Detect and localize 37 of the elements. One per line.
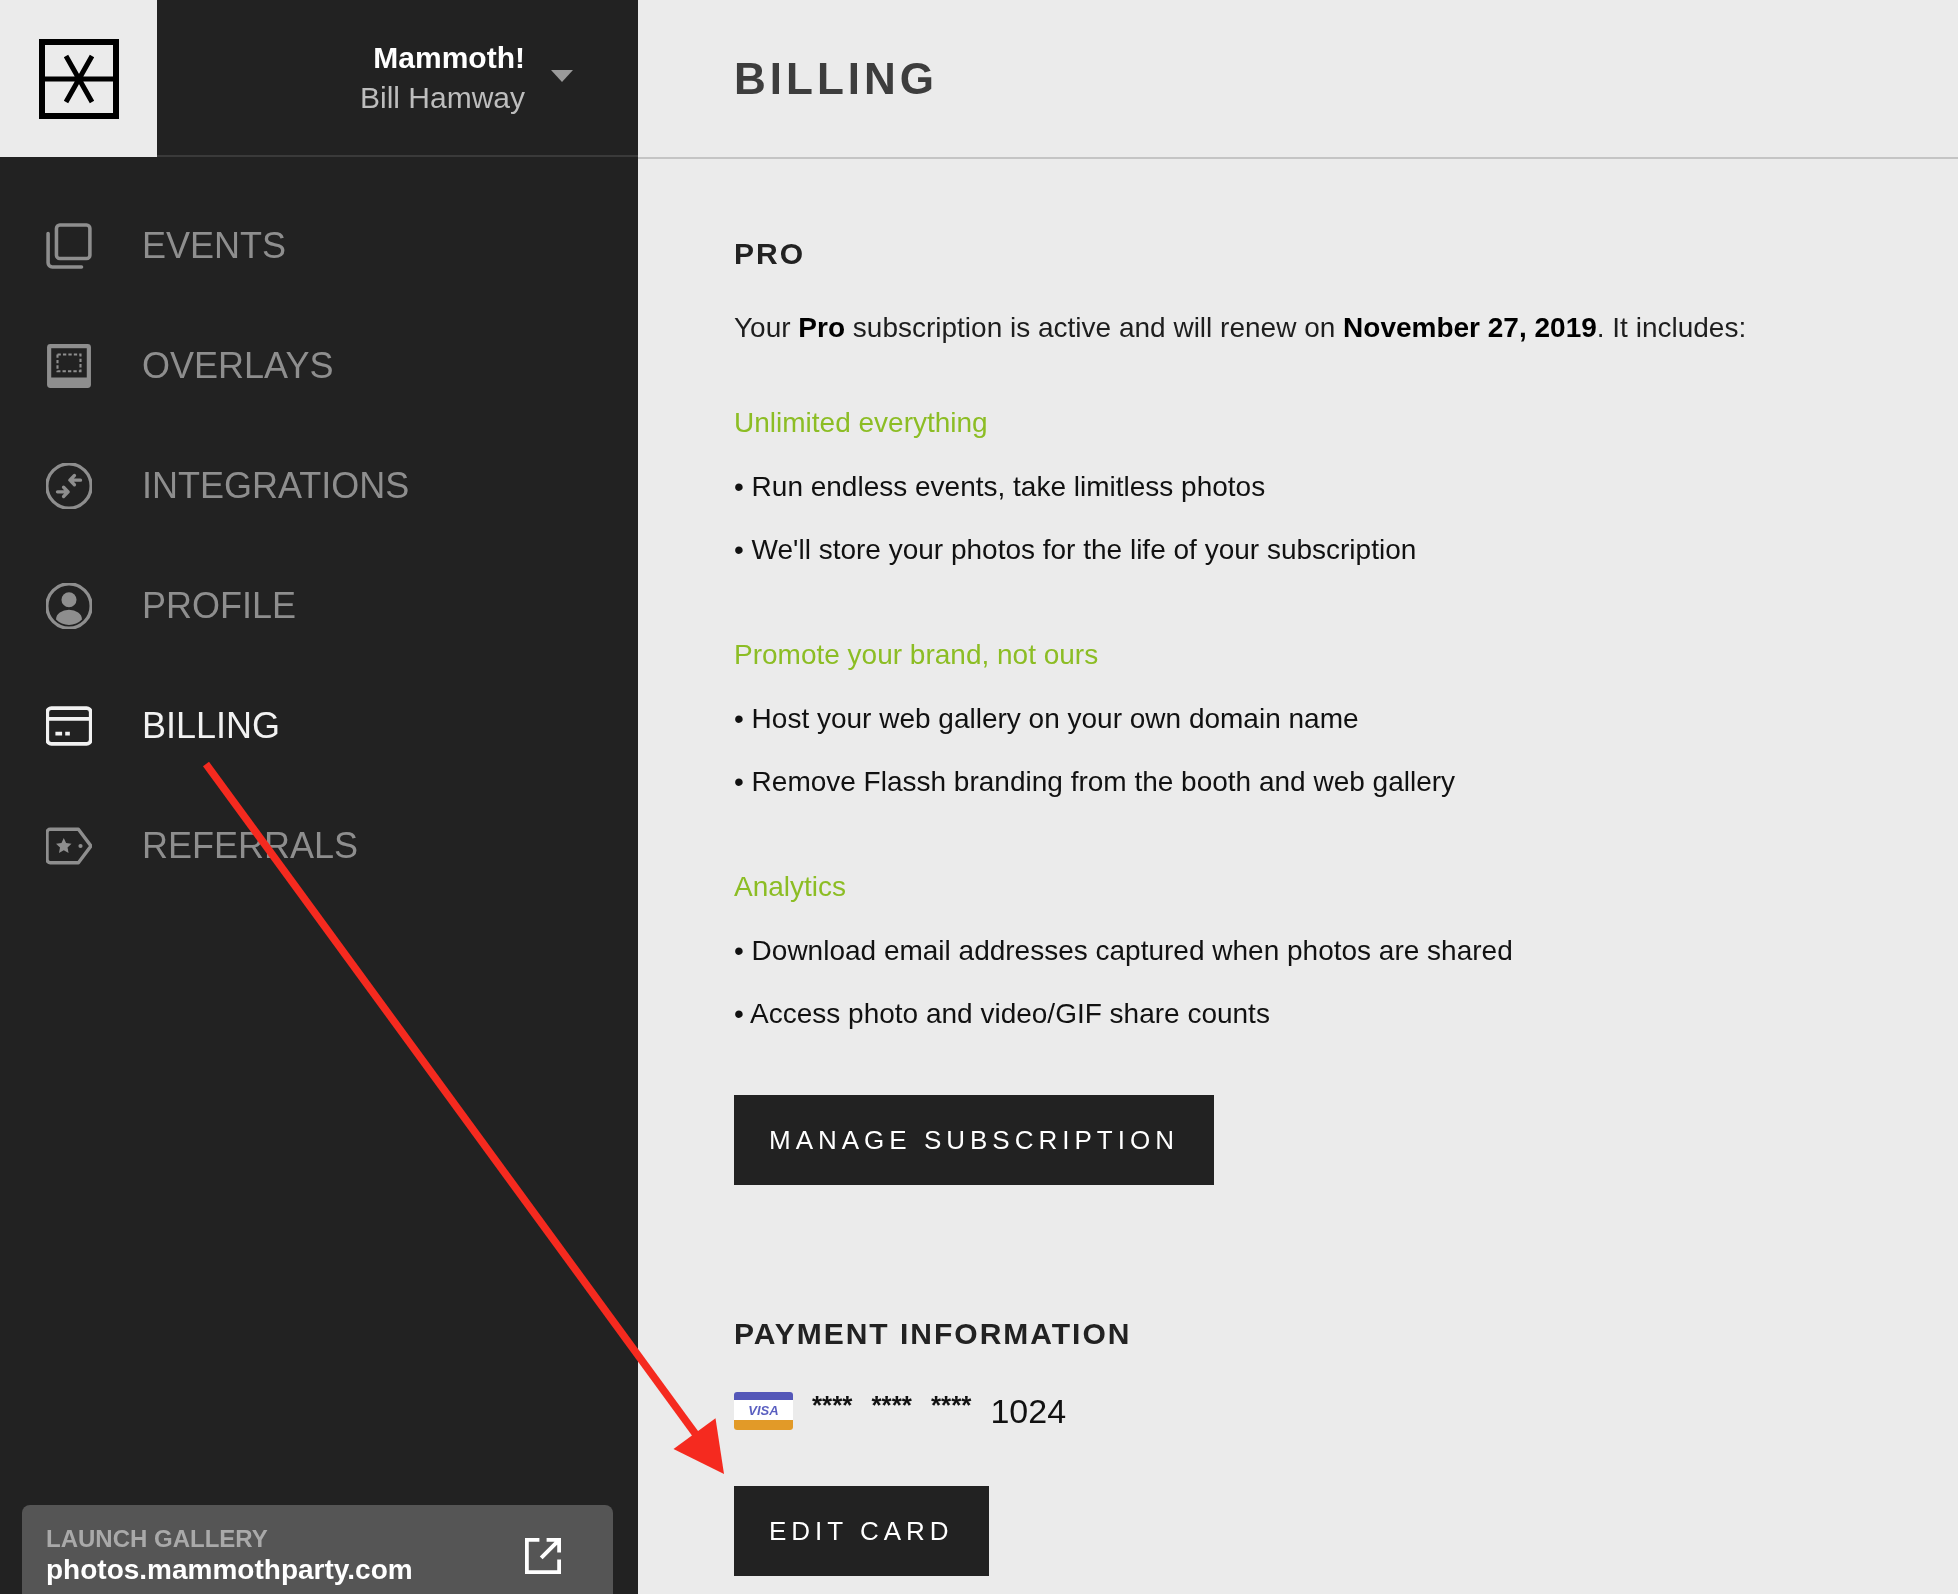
feature-item: • We'll store your photos for the life of your subscription [734, 533, 1417, 567]
card-brand-logo: VISA [734, 1392, 793, 1430]
dropdown-caret-icon[interactable] [551, 69, 573, 82]
subscription-summary: Your Pro subscription is active and will renew on November 27, 2019. It includes: [734, 311, 1747, 345]
launch-gallery-label: LAUNCH GALLERY [46, 1525, 268, 1553]
feature-item: • Remove Flassh branding from the booth and web gallery [734, 765, 1456, 799]
circle-arrows-icon [46, 463, 92, 509]
team-name: Mammoth! [373, 39, 525, 76]
nav-item[interactable]: EVENTS [0, 214, 458, 278]
feature-item: • Run endless events, take limitless photos [734, 470, 1266, 504]
launch-gallery-card[interactable]: LAUNCH GALLERY photos.mammothparty.com [22, 1505, 613, 1594]
feature-item: • Access photo and video/GIF share counts [734, 997, 1270, 1031]
credit-card-icon [46, 703, 92, 749]
card-last-digits: 1024 [990, 1392, 1067, 1430]
page-title: BILLING [734, 53, 938, 104]
feature-title: Promote your brand, not ours [734, 638, 1099, 672]
plan-heading: PRO [734, 236, 805, 272]
masked-digits: **** [812, 1392, 853, 1418]
manage-subscription-button[interactable]: MANAGE SUBSCRIPTION [734, 1095, 1214, 1185]
feature-title: Unlimited everything [734, 406, 988, 440]
feature-item: • Host your web gallery on your own domain name [734, 702, 1359, 736]
stacked-squares-icon [46, 223, 92, 269]
feature-title: Analytics [734, 870, 847, 904]
nav-item[interactable]: INTEGRATIONS [0, 454, 458, 518]
payment-heading: PAYMENT INFORMATION [734, 1316, 1132, 1352]
nav-item[interactable]: PROFILE [0, 574, 458, 638]
dashed-frame-icon [46, 343, 92, 389]
masked-digits: **** [930, 1392, 972, 1418]
logo-icon[interactable] [38, 38, 119, 119]
edit-card-button[interactable]: EDIT CARD [734, 1486, 989, 1576]
masked-digits: **** [871, 1392, 912, 1418]
nav-item[interactable]: BILLING [0, 694, 458, 758]
nav-item[interactable]: OVERLAYS [0, 334, 458, 398]
gallery-url: photos.mammothparty.com [46, 1553, 413, 1587]
user-name: Bill Hamway [359, 79, 525, 116]
feature-item: • Download email addresses captured when photos are shared [734, 934, 1513, 968]
external-link-icon[interactable] [525, 1538, 561, 1574]
